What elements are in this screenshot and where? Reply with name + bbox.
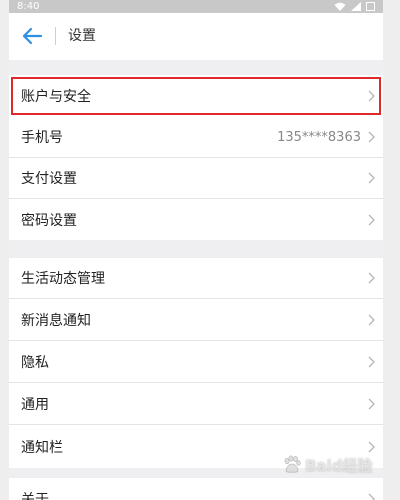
watermark-text: Baid经验: [305, 456, 373, 475]
section-general: 生活动态管理 新消息通知 隐私 通用 通知栏: [9, 258, 383, 468]
row-label: 手机号: [21, 130, 63, 146]
settings-row-payment[interactable]: 支付设置: [9, 158, 383, 199]
phone-number-value: 135****8363: [277, 129, 361, 145]
row-label: 生活动态管理: [21, 271, 105, 287]
settings-row-life-dynamics[interactable]: 生活动态管理: [9, 258, 383, 299]
settings-row-about[interactable]: 关于: [9, 478, 383, 500]
chevron-right-icon: [368, 90, 375, 102]
settings-row-password[interactable]: 密码设置: [9, 199, 383, 240]
paw-logo-icon: [284, 455, 301, 473]
chevron-right-icon: [368, 441, 375, 453]
row-label: 账户与安全: [21, 89, 91, 105]
settings-row-general[interactable]: 通用: [9, 383, 383, 425]
row-label: 密码设置: [21, 212, 77, 229]
status-icons: [334, 2, 375, 11]
battery-icon: [366, 2, 375, 11]
settings-row-account-security[interactable]: 账户与安全: [9, 75, 383, 117]
chevron-right-icon: [368, 172, 375, 184]
settings-row-phone[interactable]: 手机号 135****8363: [9, 117, 383, 158]
section-security: 手机号 135****8363 支付设置 密码设置: [9, 117, 383, 240]
page-title: 设置: [68, 28, 96, 44]
section-about: 关于: [9, 478, 383, 500]
status-bar: 8:40: [9, 0, 383, 13]
row-label: 支付设置: [21, 171, 77, 187]
section-account: 账户与安全: [9, 75, 383, 117]
chevron-right-icon: [368, 356, 375, 368]
settings-row-privacy[interactable]: 隐私: [9, 341, 383, 383]
wifi-icon: [334, 2, 346, 11]
row-label: 隐私: [21, 354, 49, 371]
row-label: 通知栏: [21, 439, 63, 456]
back-arrow-icon: [22, 27, 43, 45]
chevron-right-icon: [368, 214, 375, 226]
signal-icon: [351, 2, 361, 11]
settings-row-new-message-notification[interactable]: 新消息通知: [9, 299, 383, 341]
header: 设置: [9, 13, 383, 60]
chevron-right-icon: [368, 398, 375, 410]
chevron-right-icon: [368, 314, 375, 326]
row-label: 关于: [21, 492, 49, 500]
chevron-right-icon: [368, 272, 375, 284]
row-label: 新消息通知: [21, 312, 91, 329]
back-button[interactable]: [19, 24, 45, 48]
baidu-jingyan-watermark: Baid经验: [282, 452, 386, 478]
chevron-right-icon: [368, 493, 375, 500]
chevron-right-icon: [368, 131, 375, 143]
row-label: 通用: [21, 396, 49, 413]
header-divider: [55, 27, 56, 45]
phone-screen: 8:40 设置 账户与安全 手机号 135****8363 支付设置 密码设置 …: [9, 0, 383, 500]
status-time: 8:40: [17, 1, 40, 12]
